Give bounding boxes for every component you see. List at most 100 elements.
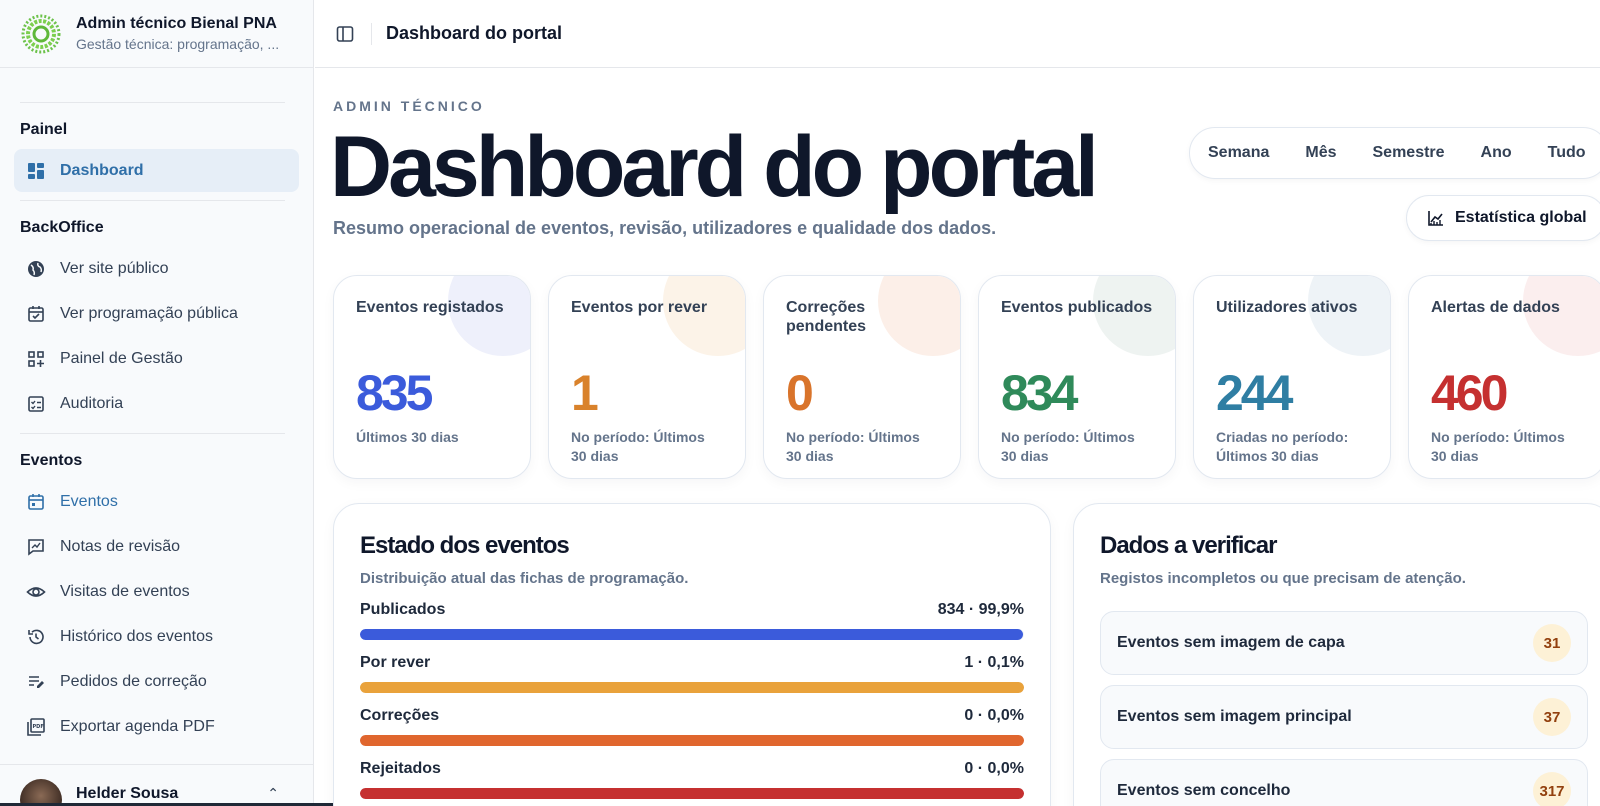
stat-card-eventos-registados[interactable]: Eventos registados 835 Últimos 30 dias bbox=[333, 275, 531, 479]
topbar: Dashboard do portal bbox=[315, 0, 1600, 68]
period-tudo-button[interactable]: Tudo bbox=[1530, 144, 1600, 162]
stat-value: 460 bbox=[1431, 365, 1508, 421]
global-stats-button[interactable]: Estatística global bbox=[1406, 195, 1600, 241]
status-panel-title: Estado dos eventos bbox=[360, 532, 570, 559]
sidebar-item-notas-revisao[interactable]: Notas de revisão bbox=[14, 525, 299, 568]
sidebar-item-label: Auditoria bbox=[60, 394, 124, 412]
sidebar-item-label: Pedidos de correção bbox=[60, 672, 207, 690]
brand[interactable]: Admin técnico Bienal PNA Gestão técnica:… bbox=[0, 0, 313, 68]
status-bar-track bbox=[360, 629, 1024, 640]
stat-value: 835 bbox=[356, 365, 433, 421]
status-row: Publicados 834 · 99,9% bbox=[360, 601, 1024, 640]
sidebar-item-eventos[interactable]: Eventos bbox=[14, 480, 299, 523]
status-row-value: 834 · 99,9% bbox=[937, 601, 1024, 618]
stat-value: 244 bbox=[1216, 365, 1293, 421]
stat-note: No período: Últimos 30 dias bbox=[1431, 429, 1565, 464]
period-mes-button[interactable]: Mês bbox=[1287, 144, 1354, 162]
status-row-label: Publicados bbox=[360, 601, 446, 618]
stat-label: Eventos publicados bbox=[1001, 299, 1153, 316]
stat-cards: Eventos registados 835 Últimos 30 dias E… bbox=[333, 275, 1600, 479]
check-item-label: Eventos sem imagem principal bbox=[1117, 708, 1352, 725]
status-row-label: Rejeitados bbox=[360, 760, 441, 777]
edit-list-icon bbox=[29, 675, 44, 688]
period-semestre-button[interactable]: Semestre bbox=[1355, 144, 1463, 162]
stat-note: Últimos 30 dias bbox=[356, 429, 459, 445]
sidebar: Admin técnico Bienal PNA Gestão técnica:… bbox=[0, 0, 314, 806]
stat-card-eventos-publicados[interactable]: Eventos publicados 834 No período: Últim… bbox=[978, 275, 1176, 479]
sidebar-toggle-button[interactable] bbox=[333, 22, 357, 46]
user-menu[interactable]: Helder Sousa ⌃ bbox=[0, 764, 313, 806]
svg-text:PDF: PDF bbox=[33, 724, 44, 730]
count-badge: 37 bbox=[1533, 698, 1571, 736]
status-bar-fill bbox=[360, 735, 1024, 746]
status-bar-track bbox=[360, 735, 1024, 746]
group-title-eventos: Eventos bbox=[20, 452, 83, 469]
check-item[interactable]: Eventos sem imagem de capa 31 bbox=[1100, 611, 1588, 675]
brand-logo bbox=[20, 13, 62, 55]
stat-card-correcoes-pendentes[interactable]: Correções pendentes 0 No período: Último… bbox=[763, 275, 961, 479]
sidebar-item-ver-site-publico[interactable]: Ver site público bbox=[14, 247, 299, 290]
stat-value: 0 bbox=[786, 365, 814, 421]
sidebar-item-label: Ver site público bbox=[60, 259, 169, 277]
stat-card-alertas-dados[interactable]: Alertas de dados 460 No período: Últimos… bbox=[1408, 275, 1600, 479]
check-panel-subtitle: Registos incompletos ou que precisam de … bbox=[1100, 570, 1466, 587]
eye-icon bbox=[26, 586, 46, 597]
period-filter: Semana Mês Semestre Ano Tudo bbox=[1189, 127, 1600, 179]
sidebar-item-pedidos-correcao[interactable]: Pedidos de correção bbox=[14, 660, 299, 703]
status-row-value: 1 · 0,1% bbox=[964, 654, 1024, 671]
group-title-backoffice: BackOffice bbox=[20, 219, 104, 236]
history-icon bbox=[28, 629, 44, 644]
stat-card-utilizadores-ativos[interactable]: Utilizadores ativos 244 Criadas no perío… bbox=[1193, 275, 1391, 479]
topbar-title: Dashboard do portal bbox=[386, 23, 563, 43]
check-item[interactable]: Eventos sem imagem principal 37 bbox=[1100, 685, 1588, 749]
status-row-value: 0 · 0,0% bbox=[964, 760, 1024, 777]
status-bar-fill bbox=[360, 788, 1024, 799]
sidebar-item-painel-gestao[interactable]: Painel de Gestão bbox=[14, 337, 299, 380]
sidebar-item-auditoria[interactable]: Auditoria bbox=[14, 382, 299, 425]
grid-plus-icon bbox=[28, 350, 44, 367]
sidebar-item-dashboard[interactable]: Dashboard bbox=[14, 149, 299, 192]
check-panel-title: Dados a verificar bbox=[1100, 532, 1277, 559]
sidebar-item-exportar-pdf[interactable]: PDF Exportar agenda PDF bbox=[14, 705, 299, 748]
chevron-up-icon: ⌃ bbox=[267, 785, 279, 801]
check-items: Eventos sem imagem de capa 31 Eventos sem … bbox=[1100, 611, 1588, 806]
count-badge: 31 bbox=[1533, 624, 1571, 662]
divider bbox=[371, 22, 372, 45]
stat-note: No período: Últimos 30 dias bbox=[571, 429, 705, 464]
status-row-label: Correções bbox=[360, 707, 440, 724]
check-panel: Dados a verificar Registos incompletos o… bbox=[1073, 503, 1600, 806]
period-semana-button[interactable]: Semana bbox=[1190, 144, 1287, 162]
sidebar-item-label: Histórico dos eventos bbox=[60, 627, 213, 645]
count-badge: 317 bbox=[1533, 772, 1571, 806]
sidebar-item-label: Exportar agenda PDF bbox=[60, 717, 215, 735]
stat-note: No período: Últimos 30 dias bbox=[786, 429, 920, 464]
stat-label: Correções pendentes bbox=[786, 299, 867, 336]
status-bar-track bbox=[360, 682, 1024, 693]
brand-subtitle: Gestão técnica: programação, ... bbox=[76, 36, 280, 52]
stat-label: Eventos registados bbox=[356, 299, 504, 316]
chart-line-icon bbox=[1428, 211, 1443, 226]
globe-icon bbox=[28, 260, 44, 277]
avatar bbox=[20, 779, 62, 806]
status-row-value: 0 · 0,0% bbox=[964, 707, 1024, 724]
stat-card-eventos-por-rever[interactable]: Eventos por rever 1 No período: Últimos … bbox=[548, 275, 746, 479]
status-row-label: Por rever bbox=[360, 654, 431, 671]
check-item[interactable]: Eventos sem concelho 317 bbox=[1100, 759, 1588, 806]
sidebar-item-ver-programacao[interactable]: Ver programação pública bbox=[14, 292, 299, 335]
review-note-icon bbox=[28, 538, 44, 556]
dashboard-icon bbox=[28, 162, 44, 179]
page-title: Dashboard do portal bbox=[330, 119, 1099, 215]
global-stats-label: Estatística global bbox=[1455, 209, 1587, 226]
stat-label: Utilizadores ativos bbox=[1216, 299, 1358, 316]
period-ano-button[interactable]: Ano bbox=[1463, 144, 1530, 162]
status-panel-subtitle: Distribuição atual das fichas de program… bbox=[360, 570, 689, 587]
sidebar-item-label: Ver programação pública bbox=[60, 304, 238, 322]
sidebar-item-historico-eventos[interactable]: Histórico dos eventos bbox=[14, 615, 299, 658]
brand-title: Admin técnico Bienal PNA bbox=[76, 15, 277, 32]
sidebar-item-label: Painel de Gestão bbox=[60, 349, 183, 367]
status-panel: Estado dos eventos Distribuição atual da… bbox=[333, 503, 1051, 806]
status-row: Por rever 1 · 0,1% bbox=[360, 654, 1024, 693]
check-item-label: Eventos sem concelho bbox=[1117, 782, 1291, 799]
sidebar-item-visitas-eventos[interactable]: Visitas de eventos bbox=[14, 570, 299, 613]
stat-value: 834 bbox=[1001, 365, 1078, 421]
